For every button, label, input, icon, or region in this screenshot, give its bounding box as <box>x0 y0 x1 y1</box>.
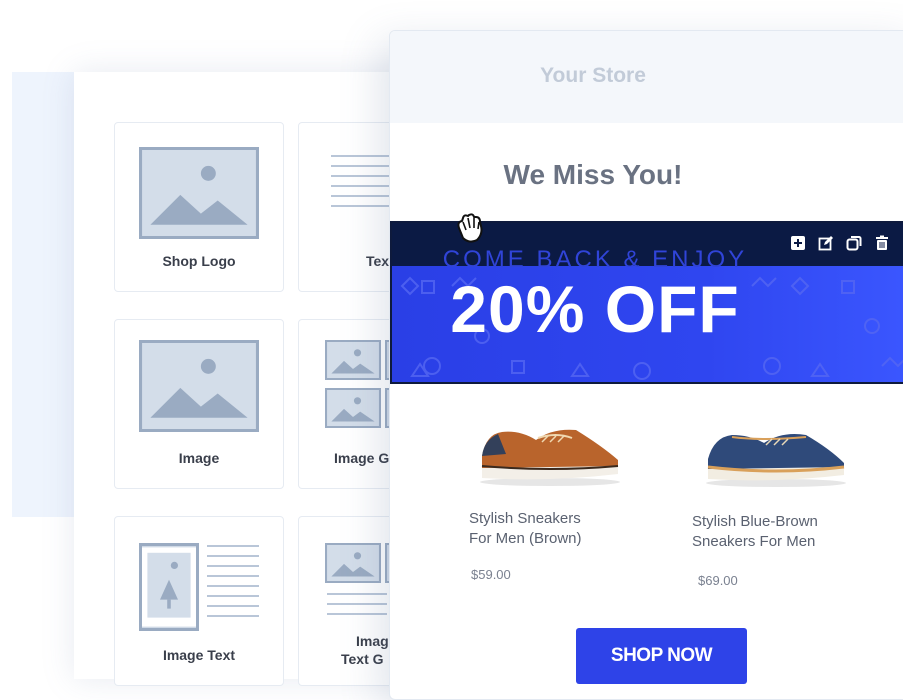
text-line <box>207 605 259 607</box>
text-line <box>207 615 259 617</box>
image-placeholder-icon <box>139 340 259 432</box>
email-preview: Your Store We Miss You! COME BACK & ENJO… <box>389 30 903 700</box>
text-line <box>207 545 259 547</box>
image-placeholder-icon <box>139 147 259 239</box>
product-price: $59.00 <box>471 567 511 582</box>
block-shop-logo[interactable]: Shop Logo <box>114 122 284 292</box>
text-line <box>207 585 259 587</box>
text-line <box>327 593 387 595</box>
store-header: Your Store <box>390 31 903 123</box>
shop-now-button[interactable]: SHOP NOW <box>576 628 747 684</box>
product-image-brown-sneaker[interactable] <box>476 416 624 488</box>
text-line <box>207 575 259 577</box>
drag-hand-icon <box>457 213 483 243</box>
image-placeholder-icon <box>325 340 381 380</box>
text-line <box>327 603 387 605</box>
email-headline: We Miss You! <box>503 159 683 190</box>
image-placeholder-icon <box>325 543 381 583</box>
banner-offer: 20% OFF <box>450 272 740 346</box>
product-name: Sneakers For Men <box>692 533 816 550</box>
text-line <box>207 565 259 567</box>
block-image[interactable]: Image <box>114 319 284 489</box>
block-label: Shop Logo <box>162 253 236 269</box>
block-image-text[interactable]: Image Text <box>114 516 284 686</box>
image-placeholder-icon <box>325 388 381 428</box>
delete-icon[interactable] <box>874 235 890 251</box>
product-name: Stylish Blue-Brown <box>692 513 818 530</box>
sidebar-strip <box>12 72 74 517</box>
text-line <box>327 613 387 615</box>
text-line <box>207 555 259 557</box>
product-name: Stylish Sneakers <box>469 510 581 527</box>
banner-subtitle: COME BACK & ENJOY <box>442 246 748 273</box>
block-label: Image <box>178 450 220 466</box>
image-placeholder-icon <box>139 543 199 631</box>
text-line <box>207 595 259 597</box>
product-image-blue-sneaker[interactable] <box>702 421 850 489</box>
product-name: For Men (Brown) <box>469 530 582 547</box>
block-label: Image Text <box>162 647 236 663</box>
store-name: Your Store <box>540 64 646 87</box>
product-price: $69.00 <box>698 573 738 588</box>
